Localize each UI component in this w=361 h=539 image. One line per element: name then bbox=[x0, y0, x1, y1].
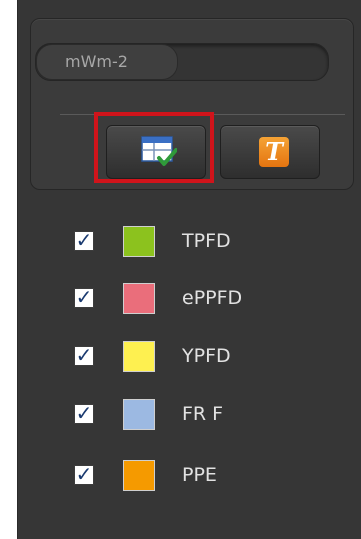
layer-checkbox[interactable]: ✓ bbox=[74, 403, 94, 424]
legend-row: ✓ FR F bbox=[72, 398, 332, 430]
legend-row: ✓ TPFD bbox=[72, 225, 332, 257]
layer-checkbox[interactable]: ✓ bbox=[74, 287, 94, 308]
layer-label: PPE bbox=[182, 464, 217, 486]
legend-row: ✓ YPFD bbox=[72, 340, 332, 372]
legend-panel: mWm-2 T ✓ TPFD ✓ ePPFD ✓ YPFD ✓ FR F ✓ P… bbox=[17, 0, 361, 539]
text-annotation-button[interactable]: T bbox=[220, 125, 320, 179]
color-swatch bbox=[123, 460, 155, 491]
layer-label: YPFD bbox=[182, 345, 231, 367]
color-swatch bbox=[123, 341, 155, 372]
layer-checkbox[interactable]: ✓ bbox=[74, 464, 94, 485]
color-swatch bbox=[123, 283, 155, 314]
legend-row: ✓ ePPFD bbox=[72, 282, 332, 314]
layer-label: FR F bbox=[182, 403, 224, 425]
unit-track: mWm-2 bbox=[35, 43, 329, 81]
unit-toggle[interactable]: mWm-2 bbox=[36, 44, 178, 80]
selection-highlight bbox=[94, 112, 214, 183]
layer-label: ePPFD bbox=[182, 287, 243, 309]
color-swatch bbox=[123, 399, 155, 430]
layer-checkbox[interactable]: ✓ bbox=[74, 345, 94, 366]
color-swatch bbox=[123, 226, 155, 257]
layer-checkbox[interactable]: ✓ bbox=[74, 230, 94, 251]
layer-label: TPFD bbox=[182, 230, 231, 252]
legend-row: ✓ PPE bbox=[72, 459, 332, 491]
text-t-icon: T bbox=[259, 137, 289, 167]
